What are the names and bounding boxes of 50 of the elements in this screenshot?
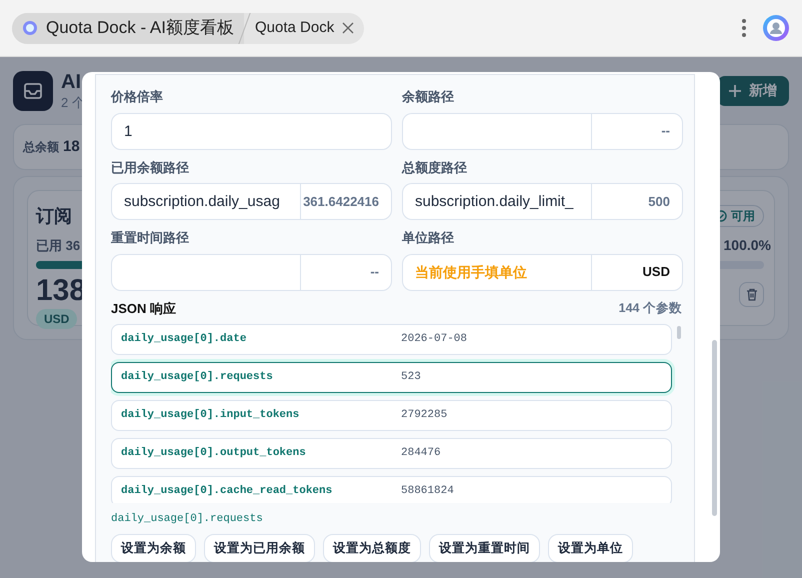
favicon-icon bbox=[22, 20, 38, 36]
section-title: JSON 响应 bbox=[111, 300, 176, 318]
param-count: 144 个参数 bbox=[618, 300, 682, 317]
field-label: 重置时间路径 bbox=[111, 229, 189, 247]
field-label: 已用余额路径 bbox=[111, 158, 189, 176]
total-balance-label: 总余额 bbox=[23, 139, 59, 156]
delete-button[interactable] bbox=[739, 282, 764, 308]
trash-icon bbox=[746, 288, 758, 302]
set-field-button[interactable]: 设置为已用余额 bbox=[204, 534, 315, 562]
json-row[interactable]: daily_usage[0].input_tokens 2792285 bbox=[111, 400, 672, 431]
path-input-field[interactable]: subscription.daily_usag bbox=[111, 183, 300, 220]
unit-badge: USD bbox=[36, 309, 78, 330]
path-input-field[interactable] bbox=[402, 112, 591, 150]
close-icon[interactable] bbox=[342, 22, 354, 34]
field-label: 余额路径 bbox=[402, 88, 454, 106]
path-preview: 361.6422416 bbox=[300, 183, 392, 220]
json-row[interactable]: daily_usage[0].requests 523 bbox=[111, 362, 672, 393]
set-field-button[interactable]: 设置为余额 bbox=[111, 534, 196, 562]
path-preview: -- bbox=[300, 254, 392, 290]
card-title: 订阅 bbox=[36, 204, 72, 228]
field-label: 单位路径 bbox=[402, 229, 454, 247]
set-field-button[interactable]: 设置为单位 bbox=[548, 534, 633, 562]
add-button[interactable]: 新增 bbox=[717, 76, 789, 106]
path-preview: USD bbox=[591, 254, 683, 290]
path-preview: -- bbox=[591, 112, 683, 150]
json-row[interactable]: daily_usage[0].output_tokens 284476 bbox=[111, 438, 672, 469]
app-logo-icon bbox=[13, 70, 53, 111]
total-balance-value: 18 bbox=[63, 137, 80, 157]
path-input-field[interactable] bbox=[111, 254, 300, 290]
usage-percent: 100.0% bbox=[724, 236, 771, 256]
input-field[interactable]: 1 bbox=[111, 112, 392, 150]
profile-avatar-icon[interactable] bbox=[762, 14, 790, 42]
more-menu-icon[interactable] bbox=[742, 19, 746, 37]
list-scrollbar[interactable] bbox=[677, 326, 681, 339]
field-label: 总额度路径 bbox=[402, 158, 467, 176]
json-row[interactable]: daily_usage[0].date 2026-07-08 bbox=[111, 324, 672, 355]
app-title: AI bbox=[61, 70, 82, 95]
browser-tab[interactable]: Quota Dock bbox=[245, 12, 364, 44]
path-preview: 500 bbox=[591, 183, 683, 220]
json-row[interactable]: daily_usage[0].cache_read_tokens 58861824 bbox=[111, 476, 672, 503]
field-label: 价格倍率 bbox=[111, 88, 163, 106]
selected-path: daily_usage[0].requests bbox=[111, 512, 264, 527]
path-input-field[interactable]: subscription.daily_limit_ bbox=[402, 183, 591, 220]
plus-icon bbox=[729, 84, 741, 97]
used-amount: 已用 36 bbox=[36, 237, 80, 255]
browser-tab[interactable]: Quota Dock - AI额度看板 bbox=[12, 12, 244, 44]
dialog-scrollbar[interactable] bbox=[712, 340, 717, 516]
set-field-button[interactable]: 设置为重置时间 bbox=[429, 534, 540, 562]
unit-note: 当前使用手填单位 bbox=[402, 254, 591, 290]
set-field-button[interactable]: 设置为总额度 bbox=[323, 534, 421, 562]
